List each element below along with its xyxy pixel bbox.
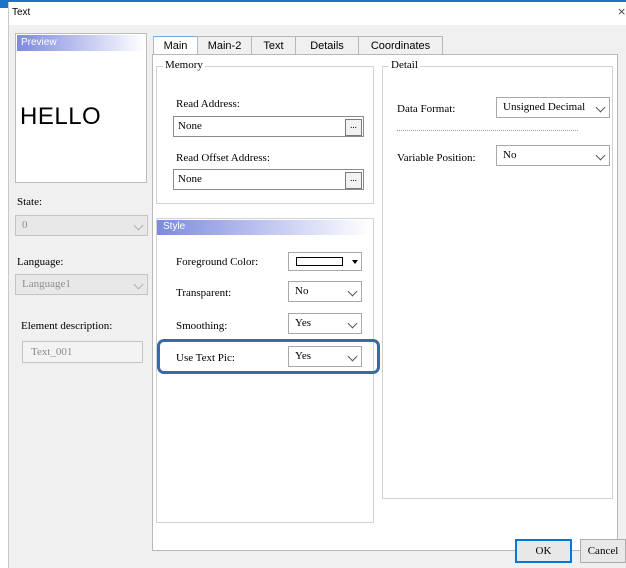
chevron-down-icon — [133, 220, 144, 231]
read-offset-label: Read Offset Address: — [176, 152, 270, 164]
accent-corner — [0, 0, 8, 8]
language-label: Language: — [17, 256, 64, 268]
style-group-title: Style — [163, 221, 186, 232]
cancel-button[interactable]: Cancel — [580, 539, 626, 563]
detail-group-title: Detail — [389, 59, 420, 71]
chevron-down-icon — [595, 150, 606, 161]
smoothing-label: Smoothing: — [176, 320, 228, 332]
preview-header: Preview — [17, 35, 145, 51]
variable-position-value: No — [503, 149, 517, 161]
language-select[interactable]: Language1 — [15, 274, 148, 295]
preview-text: HELLO — [20, 103, 102, 130]
description-value: Text_001 — [31, 346, 73, 358]
window-title: Text — [12, 7, 31, 18]
tab-main[interactable]: Main — [153, 36, 198, 55]
variable-position-label: Variable Position: — [397, 152, 476, 164]
read-address-browse-button[interactable]: ... — [345, 119, 362, 136]
foreground-color-label: Foreground Color: — [176, 256, 259, 268]
read-address-value: None — [178, 120, 202, 132]
close-icon[interactable]: × — [617, 5, 626, 18]
memory-group-title: Memory — [163, 59, 205, 71]
data-format-value: Unsigned Decimal — [503, 101, 586, 113]
preview-label: Preview — [21, 37, 57, 48]
state-value: 0 — [22, 219, 28, 231]
state-label: State: — [17, 196, 43, 208]
description-field[interactable]: Text_001 — [22, 341, 143, 363]
language-value: Language1 — [22, 278, 71, 290]
preview-panel: Preview HELLO — [15, 33, 147, 183]
read-address-label: Read Address: — [176, 98, 240, 110]
read-offset-field[interactable]: None ... — [173, 169, 364, 190]
data-format-label: Data Format: — [397, 103, 456, 115]
dropdown-arrow-icon — [352, 260, 358, 264]
transparent-value: No — [295, 285, 309, 297]
read-offset-browse-button[interactable]: ... — [345, 172, 362, 189]
chevron-down-icon — [133, 279, 144, 290]
tab-text[interactable]: Text — [251, 36, 296, 55]
style-header: Style — [157, 220, 370, 235]
transparent-select[interactable]: No — [288, 281, 362, 302]
chevron-down-icon — [347, 286, 358, 297]
highlight-outline — [157, 339, 380, 374]
tab-main-2[interactable]: Main-2 — [197, 36, 252, 55]
title-bar — [9, 2, 626, 25]
chevron-down-icon — [347, 318, 358, 329]
smoothing-select[interactable]: Yes — [288, 313, 362, 334]
smoothing-value: Yes — [295, 317, 312, 329]
chevron-down-icon — [595, 102, 606, 113]
color-swatch — [296, 257, 343, 266]
separator — [397, 130, 578, 131]
data-format-select[interactable]: Unsigned Decimal — [496, 97, 610, 118]
read-address-field[interactable]: None ... — [173, 116, 364, 137]
tab-details[interactable]: Details — [295, 36, 359, 55]
transparent-label: Transparent: — [176, 287, 232, 299]
variable-position-select[interactable]: No — [496, 145, 610, 166]
foreground-color-picker[interactable] — [288, 252, 362, 271]
read-offset-value: None — [178, 173, 202, 185]
description-label: Element description: — [21, 320, 113, 332]
state-select[interactable]: 0 — [15, 215, 148, 236]
tab-coordinates[interactable]: Coordinates — [358, 36, 443, 55]
ok-button[interactable]: OK — [515, 539, 572, 563]
